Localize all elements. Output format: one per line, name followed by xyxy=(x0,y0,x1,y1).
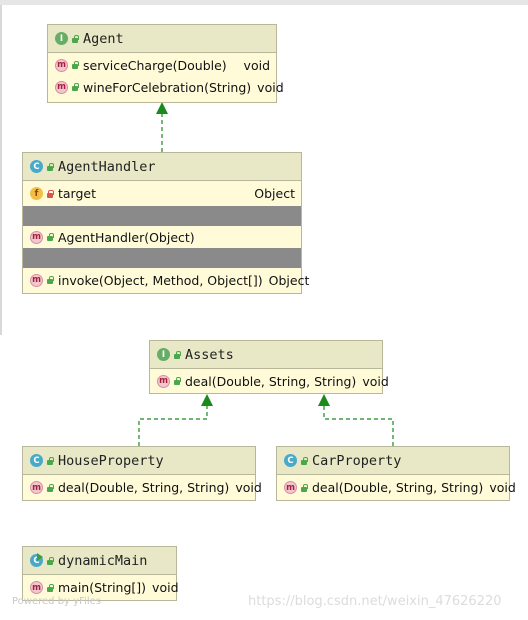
section-separator xyxy=(23,206,301,226)
field-name: target xyxy=(58,186,97,201)
interface-icon: I xyxy=(157,348,170,361)
arrowhead-assets-left xyxy=(201,394,213,406)
public-lock-icon xyxy=(46,276,54,284)
constructor-row[interactable]: m AgentHandler(Object) xyxy=(23,226,301,248)
private-lock-icon xyxy=(46,189,54,198)
return-type: void xyxy=(152,580,179,595)
class-icon: C xyxy=(30,454,43,467)
public-lock-icon xyxy=(300,483,308,492)
method-name: serviceCharge(Double) xyxy=(83,57,227,73)
class-name: AgentHandler xyxy=(58,158,156,175)
public-lock-icon xyxy=(71,61,79,69)
section-separator xyxy=(23,248,301,268)
public-lock-icon xyxy=(46,583,54,592)
method-row[interactable]: m wineForCelebration(String) void xyxy=(48,76,284,98)
method-icon: m xyxy=(157,374,170,388)
carproperty-header: C CarProperty xyxy=(277,447,509,475)
method-name: invoke(Object, Method, Object[]) xyxy=(58,272,263,288)
agenthandler-class-box[interactable]: C AgentHandler f target Object m AgentHa… xyxy=(22,152,309,294)
field-icon: f xyxy=(30,187,43,200)
field-type: Object xyxy=(254,186,295,201)
arrow-house-to-assets xyxy=(138,406,208,446)
method-icon: m xyxy=(30,230,43,244)
return-type: void xyxy=(243,57,270,73)
return-type: void xyxy=(489,480,516,495)
method-icon: m xyxy=(55,58,68,72)
method-row[interactable]: m serviceCharge(Double) void xyxy=(48,54,276,76)
method-name: wineForCelebration(String) xyxy=(83,79,252,95)
constructor-name: AgentHandler(Object) xyxy=(58,229,195,245)
houseproperty-class-box[interactable]: C HouseProperty m deal(Double, String, S… xyxy=(22,446,262,501)
return-type: Object xyxy=(268,272,310,288)
class-name: CarProperty xyxy=(312,452,402,469)
interface-icon: I xyxy=(55,32,68,45)
method-icon: m xyxy=(30,273,43,287)
return-type: void xyxy=(362,373,389,389)
method-name: deal(Double, String, String) xyxy=(312,480,484,495)
method-row[interactable]: m deal(Double, String, String) void xyxy=(23,475,262,500)
top-bar xyxy=(0,0,528,5)
assets-interface-box[interactable]: I Assets m deal(Double, String, String) … xyxy=(149,340,389,394)
class-name: Assets xyxy=(185,346,234,363)
left-edge xyxy=(0,5,2,335)
public-lock-icon xyxy=(71,83,79,91)
houseproperty-header: C HouseProperty xyxy=(23,447,255,475)
public-lock-icon xyxy=(46,556,54,565)
public-lock-icon xyxy=(300,456,308,465)
public-lock-icon xyxy=(173,350,181,359)
return-type: void xyxy=(235,480,262,495)
agenthandler-header: C AgentHandler xyxy=(23,153,301,181)
method-row[interactable]: m deal(Double, String, String) void xyxy=(150,369,389,393)
dynamicmain-class-box[interactable]: C dynamicMain m main(String[]) void xyxy=(22,546,179,601)
method-row[interactable]: m invoke(Object, Method, Object[]) Objec… xyxy=(23,268,309,292)
method-icon: m xyxy=(30,581,43,594)
class-name: HouseProperty xyxy=(58,452,164,469)
arrowhead-assets-right xyxy=(318,394,330,406)
public-lock-icon xyxy=(173,377,181,385)
method-icon: m xyxy=(55,80,68,94)
public-lock-icon xyxy=(46,233,54,241)
agent-interface-box[interactable]: I Agent m serviceCharge(Double) void m w… xyxy=(47,24,284,103)
public-lock-icon xyxy=(46,483,54,492)
arrow-car-to-assets xyxy=(323,406,394,446)
blog-url-watermark: https://blog.csdn.net/weixin_47626220 xyxy=(248,594,502,609)
public-lock-icon xyxy=(71,34,79,43)
class-icon: C xyxy=(284,454,297,467)
class-icon: C xyxy=(30,160,43,173)
method-name: deal(Double, String, String) xyxy=(185,373,357,389)
dynamicmain-header: C dynamicMain xyxy=(23,547,176,575)
public-lock-icon xyxy=(46,162,54,171)
carproperty-class-box[interactable]: C CarProperty m deal(Double, String, Str… xyxy=(276,446,516,501)
method-row[interactable]: m deal(Double, String, String) void xyxy=(277,475,516,500)
method-icon: m xyxy=(30,481,43,494)
public-lock-icon xyxy=(46,456,54,465)
class-name: Agent xyxy=(83,30,124,47)
agent-header: I Agent xyxy=(48,25,276,53)
class-name: dynamicMain xyxy=(58,552,148,569)
field-row[interactable]: f target Object xyxy=(23,181,301,206)
assets-header: I Assets xyxy=(150,341,382,369)
run-icon xyxy=(37,553,43,561)
method-icon: m xyxy=(284,481,297,494)
arrowhead-agent xyxy=(156,102,168,114)
yfiles-watermark: Powered by yFiles xyxy=(12,596,101,607)
method-name: main(String[]) xyxy=(58,580,147,595)
method-name: deal(Double, String, String) xyxy=(58,480,230,495)
return-type: void xyxy=(257,79,284,95)
